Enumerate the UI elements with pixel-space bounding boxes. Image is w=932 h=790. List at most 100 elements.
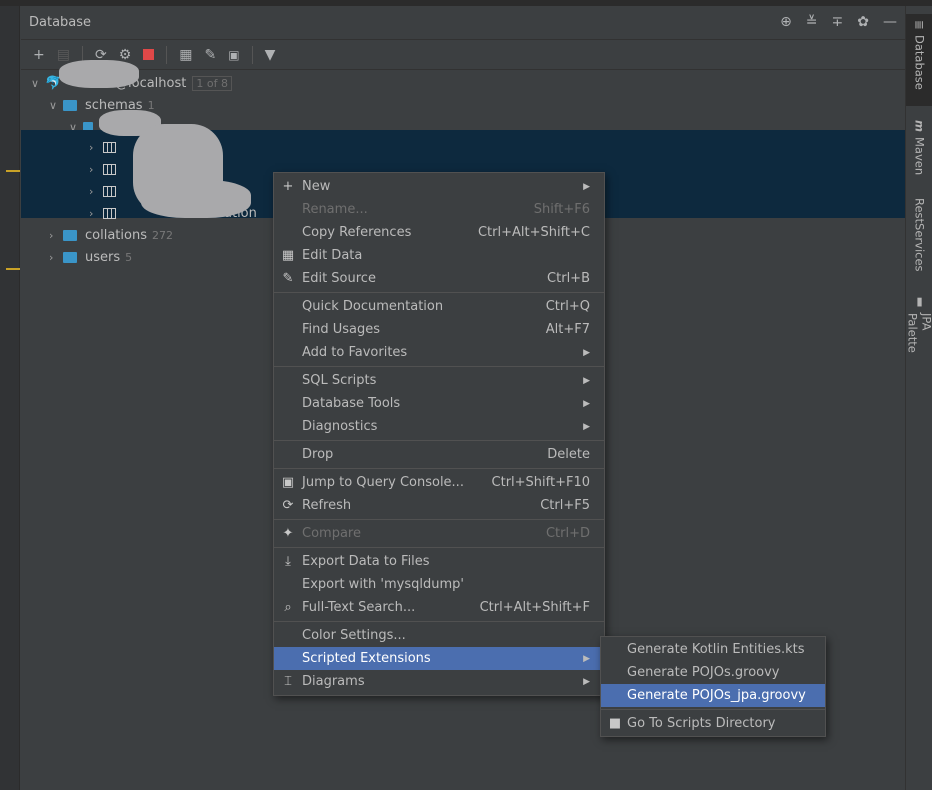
node-count: 272 [151,228,173,242]
table-icon[interactable]: ▦ [179,47,192,63]
menu-item-label: Compare [302,526,361,541]
folder-icon [63,229,77,241]
menu-item-diagrams[interactable]: ⌶ Diagrams ▶ [274,670,604,693]
sidebar-tab-maven[interactable]: m Maven [906,114,932,184]
submenu-arrow-icon: ▶ [583,398,590,409]
chevron-down-icon[interactable]: ∨ [49,99,63,112]
compare-icon: ✦ [282,526,294,541]
menu-item-scripted-extensions[interactable]: Scripted Extensions ▶ [274,647,604,670]
menu-item-diagnostics[interactable]: Diagnostics ▶ [274,415,604,438]
menu-item-edit-data[interactable]: ▦ Edit Data [274,244,604,267]
expand-all-icon[interactable]: ≚ [806,14,818,30]
menu-item-label: Go To Scripts Directory [627,716,776,731]
table-icon [103,141,116,153]
menu-item-full-text-search[interactable]: ⌕ Full-Text Search... Ctrl+Alt+Shift+F [274,596,604,619]
folder-icon: ■ [608,716,622,731]
shortcut-label: Shift+F6 [533,202,590,217]
left-gutter [0,6,20,790]
minimize-icon[interactable]: — [883,14,897,30]
submenu-arrow-icon: ▶ [583,676,590,687]
menu-item-label: Edit Source [302,271,376,286]
chevron-right-icon[interactable]: › [89,141,103,154]
tab-label: Maven [912,136,927,176]
context-menu: + New ▶ Rename... Shift+F6 Copy References Ctr… [273,172,605,696]
menu-separator [274,468,604,469]
menu-item-export-with-mysqldump[interactable]: Export with 'mysqldump' [274,573,604,596]
query-console-icon: ▣ [281,475,295,490]
menu-item-database-tools[interactable]: Database Tools ▶ [274,392,604,415]
menu-item-export-data-to-files[interactable]: ⤓ Export Data to Files [274,550,604,573]
menu-item-label: Drop [302,447,334,462]
sidebar-tab-restservices[interactable]: RestServices [906,192,932,282]
add-icon[interactable]: + [33,47,45,63]
submenu-arrow-icon: ▶ [583,375,590,386]
menu-separator [274,621,604,622]
toolbar-divider [166,45,168,64]
menu-item-label: Export Data to Files [302,554,430,569]
menu-item-label: Find Usages [302,322,381,337]
chevron-right-icon[interactable]: › [89,163,103,176]
menu-item-label: Jump to Query Console... [302,475,464,490]
shortcut-label: Ctrl+D [545,526,590,541]
menu-item-color-settings[interactable]: Color Settings... [274,624,604,647]
shortcut-label: Alt+F7 [545,322,590,337]
sidebar-tab-database[interactable]: ≣ Database [906,14,932,106]
submenu-arrow-icon: ▶ [583,421,590,432]
menu-item-generate-pojos-jpa-groovy[interactable]: Generate POJOs_jpa.groovy [601,684,825,707]
tree-node-datasource[interactable]: ∨ 🐬 @localhost 1 of 8 [21,72,905,94]
shortcut-label: Ctrl+Alt+Shift+F [479,600,590,615]
shortcut-label: Ctrl+Alt+Shift+C [477,225,590,240]
export-icon: ⤓ [285,554,291,569]
scripted-extensions-submenu: Generate Kotlin Entities.kts Generate POJ… [600,636,826,737]
menu-separator [601,709,825,710]
menu-item-new[interactable]: + New ▶ [274,175,604,198]
toolbar: + ▤ ⟳ ⚙ ▦ ✎ ▣ ▼ [21,40,905,70]
menu-item-rename: Rename... Shift+F6 [274,198,604,221]
query-console-icon[interactable]: ▣ [228,48,239,62]
filter-icon[interactable]: ▼ [265,47,276,63]
menu-item-go-to-scripts-directory[interactable]: ■ Go To Scripts Directory [601,712,825,735]
chevron-right-icon[interactable]: › [89,185,103,198]
menu-item-quick-documentation[interactable]: Quick Documentation Ctrl+Q [274,295,604,318]
locate-icon[interactable]: ⊕ [780,14,792,30]
menu-item-edit-source[interactable]: ✎ Edit Source Ctrl+B [274,267,604,290]
chevron-right-icon[interactable]: › [49,229,63,242]
chevron-right-icon[interactable]: › [89,207,103,220]
sidebar-tab-jpa-palette[interactable]: ▮ JPA Palette [906,288,932,378]
duplicate-icon[interactable]: ▤ [57,47,70,63]
edit-icon[interactable]: ✎ [205,47,217,63]
toolbar-divider [251,45,253,64]
chevron-right-icon[interactable]: › [49,251,63,264]
menu-item-sql-scripts[interactable]: SQL Scripts ▶ [274,369,604,392]
collapse-all-icon[interactable]: ∓ [832,14,844,30]
table-icon [103,163,116,175]
node-count: 5 [125,250,133,264]
menu-item-generate-kotlin-entities-kts[interactable]: Generate Kotlin Entities.kts [601,638,825,661]
menu-separator [274,440,604,441]
folder-icon [63,99,77,111]
menu-item-label: Diagnostics [302,419,378,434]
node-label: collations [85,227,147,243]
jpa-icon: ▮ [912,294,927,308]
datasource-badge: 1 of 8 [192,75,232,91]
search-icon: ⌕ [284,600,292,615]
submenu-arrow-icon: ▶ [583,653,590,664]
menu-item-find-usages[interactable]: Find Usages Alt+F7 [274,318,604,341]
node-label: users [85,249,121,265]
chevron-down-icon[interactable]: ∨ [31,77,45,90]
menu-item-label: Export with 'mysqldump' [302,577,464,592]
menu-item-label: Rename... [302,202,368,217]
menu-item-jump-to-query-console[interactable]: ▣ Jump to Query Console... Ctrl+Shift+F10 [274,471,604,494]
menu-item-label: Copy References [302,225,412,240]
menu-item-generate-pojos-groovy[interactable]: Generate POJOs.groovy [601,661,825,684]
menu-item-label: Add to Favorites [302,345,408,360]
menu-separator [274,547,604,548]
menu-item-drop[interactable]: Drop Delete [274,443,604,466]
stop-icon[interactable] [143,49,155,60]
menu-item-label: Quick Documentation [302,299,444,314]
table-icon: ▦ [281,248,295,263]
gear-icon[interactable]: ✿ [857,14,869,30]
menu-item-refresh[interactable]: ⟳ Refresh Ctrl+F5 [274,494,604,517]
menu-item-copy-references[interactable]: Copy References Ctrl+Alt+Shift+C [274,221,604,244]
menu-item-add-to-favorites[interactable]: Add to Favorites ▶ [274,341,604,364]
